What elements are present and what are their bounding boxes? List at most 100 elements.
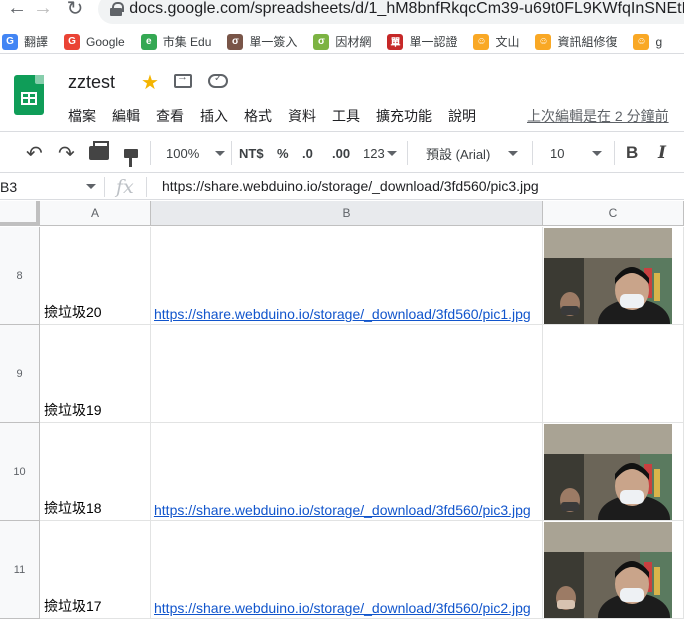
cell-c[interactable] xyxy=(543,227,684,325)
image-url-link[interactable]: https://share.webduino.io/storage/_downl… xyxy=(154,600,531,616)
row-header[interactable]: 11 xyxy=(0,521,40,619)
cell-b[interactable]: https://share.webduino.io/storage/_downl… xyxy=(151,423,543,521)
cell-text: 撿垃圾20 xyxy=(44,304,102,320)
image-url-link[interactable]: https://share.webduino.io/storage/_downl… xyxy=(154,502,531,518)
adl-icon: σ xyxy=(313,33,330,50)
bookmark-item[interactable]: G Google xyxy=(64,33,125,50)
paint-format-button[interactable] xyxy=(124,143,138,167)
bookmark-label: 文山 xyxy=(495,35,520,49)
cell-a[interactable]: 撿垃圾19 xyxy=(40,325,151,423)
cloud-saved-icon[interactable] xyxy=(208,73,228,88)
row-header[interactable]: 8 xyxy=(0,227,40,325)
google-icon: G xyxy=(64,33,81,50)
menu-item[interactable]: 檔案 xyxy=(68,106,96,126)
menu-item[interactable]: 擴充功能 xyxy=(376,106,432,126)
move-folder-icon[interactable] xyxy=(174,71,192,88)
bookmark-label: g xyxy=(655,34,663,49)
cell-text: 撿垃圾19 xyxy=(44,402,102,418)
last-edit-link[interactable]: 上次編輯是在 2 分鐘前 xyxy=(527,106,669,126)
star-icon[interactable]: ★ xyxy=(141,70,159,95)
reload-button[interactable]: ↻ xyxy=(58,0,92,20)
image-url-link[interactable]: https://share.webduino.io/storage/_downl… xyxy=(154,306,531,322)
column-header-c[interactable]: C xyxy=(543,201,684,226)
print-button[interactable] xyxy=(89,141,109,163)
number-format-select[interactable]: 123 xyxy=(363,143,397,163)
menu-item[interactable]: 插入 xyxy=(200,106,228,126)
emoji-icon: ☺ xyxy=(633,33,650,50)
redo-button[interactable]: ↷ xyxy=(58,142,75,165)
percent-format-button[interactable]: % xyxy=(277,143,289,163)
bookmark-label: Google xyxy=(86,34,125,49)
chevron-down-icon xyxy=(386,150,397,156)
sheets-header: zztest ★ 檔案編輯查看插入格式資料工具擴充功能說明 上次編輯是在 2 分… xyxy=(0,60,684,130)
bookmark-item[interactable]: G 翻譯 xyxy=(2,33,48,50)
auth-icon: 單 xyxy=(387,33,404,50)
bookmark-item[interactable]: 單單一認證 xyxy=(387,33,457,50)
currency-format-button[interactable]: NT$ xyxy=(239,143,264,163)
edu-icon: e xyxy=(140,33,157,50)
row-header[interactable]: 10 xyxy=(0,423,40,521)
row-header[interactable]: 9 xyxy=(0,325,40,423)
cell-a[interactable]: 撿垃圾17 xyxy=(40,521,151,619)
bookmark-item[interactable]: ☺ 資訊組修復 xyxy=(535,33,617,50)
chevron-down-icon xyxy=(592,150,603,156)
formula-input[interactable]: https://share.webduino.io/storage/_downl… xyxy=(162,178,539,194)
toolbar-divider xyxy=(231,141,232,165)
chevron-down-icon xyxy=(215,150,226,156)
undo-button[interactable]: ↶ xyxy=(26,142,43,165)
bookmark-item[interactable]: σ 單一簽入 xyxy=(227,33,297,50)
cell-a[interactable]: 撿垃圾20 xyxy=(40,227,151,325)
bookmark-label: 單一簽入 xyxy=(249,35,298,49)
url-text: docs.google.com/spreadsheets/d/1_hM8bnfR… xyxy=(129,0,684,17)
zoom-select[interactable]: 100% xyxy=(166,143,226,163)
browser-toolbar: ← → ↻ docs.google.com/spreadsheets/d/1_h… xyxy=(0,0,684,24)
cell-b[interactable]: https://share.webduino.io/storage/_downl… xyxy=(151,521,543,619)
font-size-select[interactable]: 10 xyxy=(550,143,603,163)
photo-thumbnail xyxy=(544,424,672,520)
toolbar-divider xyxy=(407,141,408,165)
name-box[interactable]: B3 xyxy=(0,174,104,200)
column-header-b[interactable]: B xyxy=(151,201,543,226)
document-title[interactable]: zztest xyxy=(68,72,115,93)
bookmark-item[interactable]: σ 因材網 xyxy=(313,33,371,50)
menu-bar: 檔案 編輯 查看 插入 格式 資料 工具 擴充功能 說明 xyxy=(68,106,492,126)
increase-decimal-button[interactable]: .00 xyxy=(332,143,350,163)
bookmark-item[interactable]: e 市集 Edu xyxy=(140,33,211,50)
printer-icon xyxy=(89,141,109,160)
select-all-corner[interactable] xyxy=(0,201,40,226)
photo-thumbnail xyxy=(544,228,672,324)
menu-item[interactable]: 工具 xyxy=(332,106,360,126)
cell-c[interactable] xyxy=(543,325,684,423)
font-family-select[interactable]: 預設 (Arial) xyxy=(426,143,519,163)
menu-item[interactable]: 編輯 xyxy=(112,106,140,126)
cell-b[interactable]: https://share.webduino.io/storage/_downl… xyxy=(151,227,543,325)
sheets-logo-icon[interactable] xyxy=(14,75,44,115)
menu-item[interactable]: 查看 xyxy=(156,106,184,126)
cell-b[interactable] xyxy=(151,325,543,423)
sso-icon: σ xyxy=(227,33,244,50)
menu-item[interactable]: 格式 xyxy=(244,106,272,126)
address-bar[interactable]: docs.google.com/spreadsheets/d/1_hM8bnfR… xyxy=(98,0,684,24)
menu-item[interactable]: 說明 xyxy=(448,106,476,126)
cell-a[interactable]: 撿垃圾18 xyxy=(40,423,151,521)
bookmark-label: 翻譯 xyxy=(24,35,49,49)
italic-button[interactable]: I xyxy=(658,143,666,163)
cell-c[interactable] xyxy=(543,423,684,521)
formula-divider xyxy=(146,177,147,197)
bookmarks-bar: G 翻譯 G Google e 市集 Edu σ 單一簽入 σ 因材網 單單一認證 ☺ 文山 ☺ 資訊組修復… xyxy=(0,30,684,54)
bookmark-item[interactable]: ☺ 文山 xyxy=(473,33,519,50)
chevron-down-icon xyxy=(86,184,96,189)
lock-icon xyxy=(110,2,125,16)
column-header-a[interactable]: A xyxy=(40,201,151,226)
decrease-decimal-button[interactable]: .0 xyxy=(302,143,313,163)
formula-divider xyxy=(104,177,105,197)
forward-button[interactable]: → xyxy=(26,0,60,20)
spreadsheet-grid[interactable]: A B C 8 撿垃圾20 https://share.webduino.io/stora… xyxy=(0,201,684,626)
formula-bar: B3 fx https://share.webduino.io/storage/… xyxy=(0,174,684,200)
menu-item[interactable]: 資料 xyxy=(288,106,316,126)
cell-c[interactable] xyxy=(543,521,684,619)
bold-button[interactable]: B xyxy=(626,143,638,163)
bookmark-item[interactable]: ☺ g xyxy=(633,33,663,50)
undo-icon: ↶ xyxy=(26,142,43,165)
redo-icon: ↷ xyxy=(58,142,75,165)
